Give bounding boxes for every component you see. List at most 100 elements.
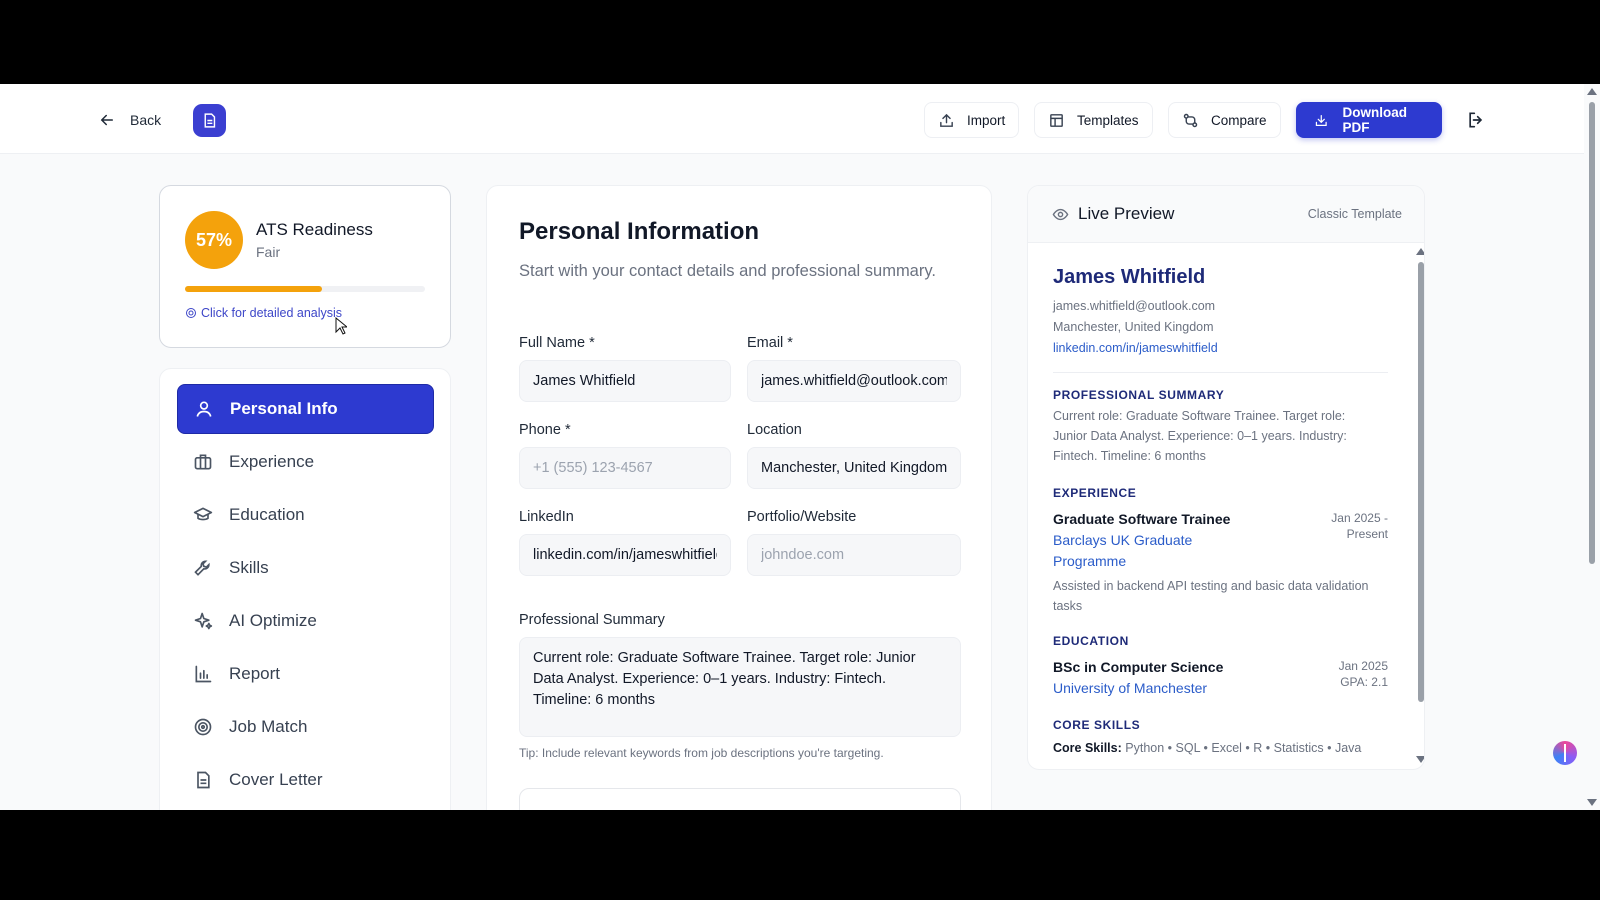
resume-job-desc: Assisted in backend API testing and basi… (1053, 579, 1369, 613)
layout-icon (1050, 113, 1063, 127)
back-button[interactable]: Back (98, 108, 161, 132)
location-label: Location (747, 422, 802, 438)
target-icon (194, 718, 212, 736)
nav-label: Personal Info (230, 399, 338, 418)
bar-chart-icon (195, 665, 212, 683)
nav-label: Skills (229, 558, 269, 577)
ats-score-badge: 57% (185, 211, 243, 269)
nav-item-report[interactable]: Report (177, 649, 434, 699)
full-name-label: Full Name * (519, 335, 595, 351)
document-icon (197, 771, 210, 789)
resume-divider (1053, 372, 1388, 373)
preview-scrollbar[interactable] (1416, 248, 1424, 763)
detailed-analysis-link[interactable]: Click for detailed analysis (185, 306, 342, 320)
nav-item-cover-letter[interactable]: Cover Letter (177, 755, 434, 805)
page-scrollbar[interactable] (1584, 84, 1600, 810)
download-icon (1315, 114, 1327, 126)
linkedin-input[interactable] (519, 534, 731, 576)
phone-input[interactable] (519, 447, 731, 489)
page-scroll-up-icon[interactable] (1587, 88, 1597, 95)
nav-item-job-match[interactable]: Job Match (177, 702, 434, 752)
resume-summary-text: Current role: Graduate Software Trainee.… (1053, 409, 1347, 463)
resume-name: James Whitfield (1053, 266, 1206, 288)
templates-label: Templates (1077, 112, 1139, 128)
assistant-brain-icon[interactable] (1553, 741, 1577, 765)
nav-item-education[interactable]: Education (177, 490, 434, 540)
resume-gpa: GPA: 2.1 (1340, 675, 1388, 689)
nav-item-skills[interactable]: Skills (177, 543, 434, 593)
detailed-analysis-label: Click for detailed analysis (201, 306, 343, 320)
full-name-input[interactable] (519, 360, 731, 402)
resume-school: University of Manchester (1053, 680, 1208, 696)
ats-title: ATS Readiness (256, 220, 373, 239)
resume-experience-heading: EXPERIENCE (1053, 486, 1137, 500)
page-title: Personal Information (519, 218, 760, 245)
preview-header: Live Preview Classic Template (1028, 186, 1424, 243)
nav-label: Report (229, 664, 281, 683)
section-nav: Personal Info Experience Education Skill… (159, 368, 451, 810)
resume-email: james.whitfield@outlook.com (1053, 299, 1216, 313)
portfolio-input[interactable] (747, 534, 961, 576)
import-button[interactable]: Import (924, 102, 1020, 138)
resume-job-org: Barclays UK Graduate Programme (1053, 532, 1193, 569)
arrow-left-icon (100, 114, 113, 126)
resume-location: Manchester, United Kingdom (1053, 320, 1214, 334)
resume-skills-label: Core Skills: (1053, 741, 1122, 755)
compare-label: Compare (1211, 112, 1267, 128)
resume-edu-date: Jan 2025 (1338, 659, 1388, 673)
mouse-cursor-icon (335, 317, 347, 335)
app-logo-button[interactable] (193, 104, 226, 137)
live-preview-panel: Live Preview Classic Template James Whit… (1027, 185, 1425, 770)
nav-label: Cover Letter (229, 770, 323, 789)
nav-label: AI Optimize (229, 611, 317, 630)
user-icon (196, 401, 212, 417)
resume-job-title: Graduate Software Trainee (1053, 511, 1231, 527)
resume-skills-line: Core Skills: Python • SQL • Excel • R • … (1053, 741, 1361, 755)
resume-job-dates: Jan 2025 - Present (1331, 511, 1388, 541)
sparkles-icon (194, 612, 213, 630)
upload-icon (940, 113, 953, 127)
resume-builder-app: Back Import Templates Compare Download P… (0, 84, 1600, 810)
preview-scroll-thumb[interactable] (1418, 262, 1424, 702)
document-icon (204, 113, 216, 128)
page-scroll-thumb[interactable] (1589, 102, 1595, 564)
nav-item-personal-info[interactable]: Personal Info (177, 384, 434, 434)
phone-label: Phone * (519, 422, 571, 438)
ats-readiness-card[interactable]: 57% ATS Readiness Fair Click for detaile… (159, 185, 451, 348)
resume-skills-list: Python • SQL • Excel • R • Statistics • … (1125, 741, 1362, 755)
nav-label: Job Match (229, 717, 308, 736)
scroll-down-icon[interactable] (1416, 756, 1424, 763)
ats-progress-fill (185, 286, 322, 292)
resume-summary-heading: PROFESSIONAL SUMMARY (1053, 388, 1225, 402)
portfolio-label: Portfolio/Website (747, 509, 857, 525)
resume-linkedin: linkedin.com/in/jameswhitfield (1053, 341, 1218, 355)
templates-button[interactable]: Templates (1034, 102, 1153, 138)
compare-button[interactable]: Compare (1168, 102, 1281, 138)
resume-skills-heading: CORE SKILLS (1053, 718, 1141, 732)
ats-progress-bar (185, 286, 425, 292)
scroll-up-icon[interactable] (1416, 248, 1424, 255)
nav-item-experience[interactable]: Experience (177, 437, 434, 487)
resume-degree: BSc in Computer Science (1053, 659, 1224, 675)
briefcase-icon (194, 454, 212, 470)
download-pdf-button[interactable]: Download PDF (1296, 102, 1442, 138)
summary-textarea[interactable]: Current role: Graduate Software Trainee.… (519, 637, 961, 737)
nav-item-ai-optimize[interactable]: AI Optimize (177, 596, 434, 646)
resume-education-heading: EDUCATION (1053, 634, 1129, 648)
email-input[interactable] (747, 360, 961, 402)
personal-info-form: Personal Information Start with your con… (486, 185, 992, 810)
next-section-card (519, 788, 961, 810)
wrench-icon (194, 560, 210, 576)
preview-title: Live Preview (1078, 204, 1175, 223)
page-scroll-down-icon[interactable] (1587, 799, 1597, 806)
import-label: Import (967, 112, 1006, 128)
eye-icon (1052, 208, 1069, 221)
summary-label: Professional Summary (519, 612, 665, 628)
page-subtitle: Start with your contact details and prof… (519, 262, 936, 280)
logout-icon[interactable] (1466, 110, 1486, 130)
location-input[interactable] (747, 447, 961, 489)
download-label: Download PDF (1342, 105, 1408, 135)
preview-template-name[interactable]: Classic Template (1308, 207, 1402, 221)
top-toolbar: Back Import Templates Compare Download P… (0, 84, 1584, 154)
back-label: Back (130, 112, 162, 128)
